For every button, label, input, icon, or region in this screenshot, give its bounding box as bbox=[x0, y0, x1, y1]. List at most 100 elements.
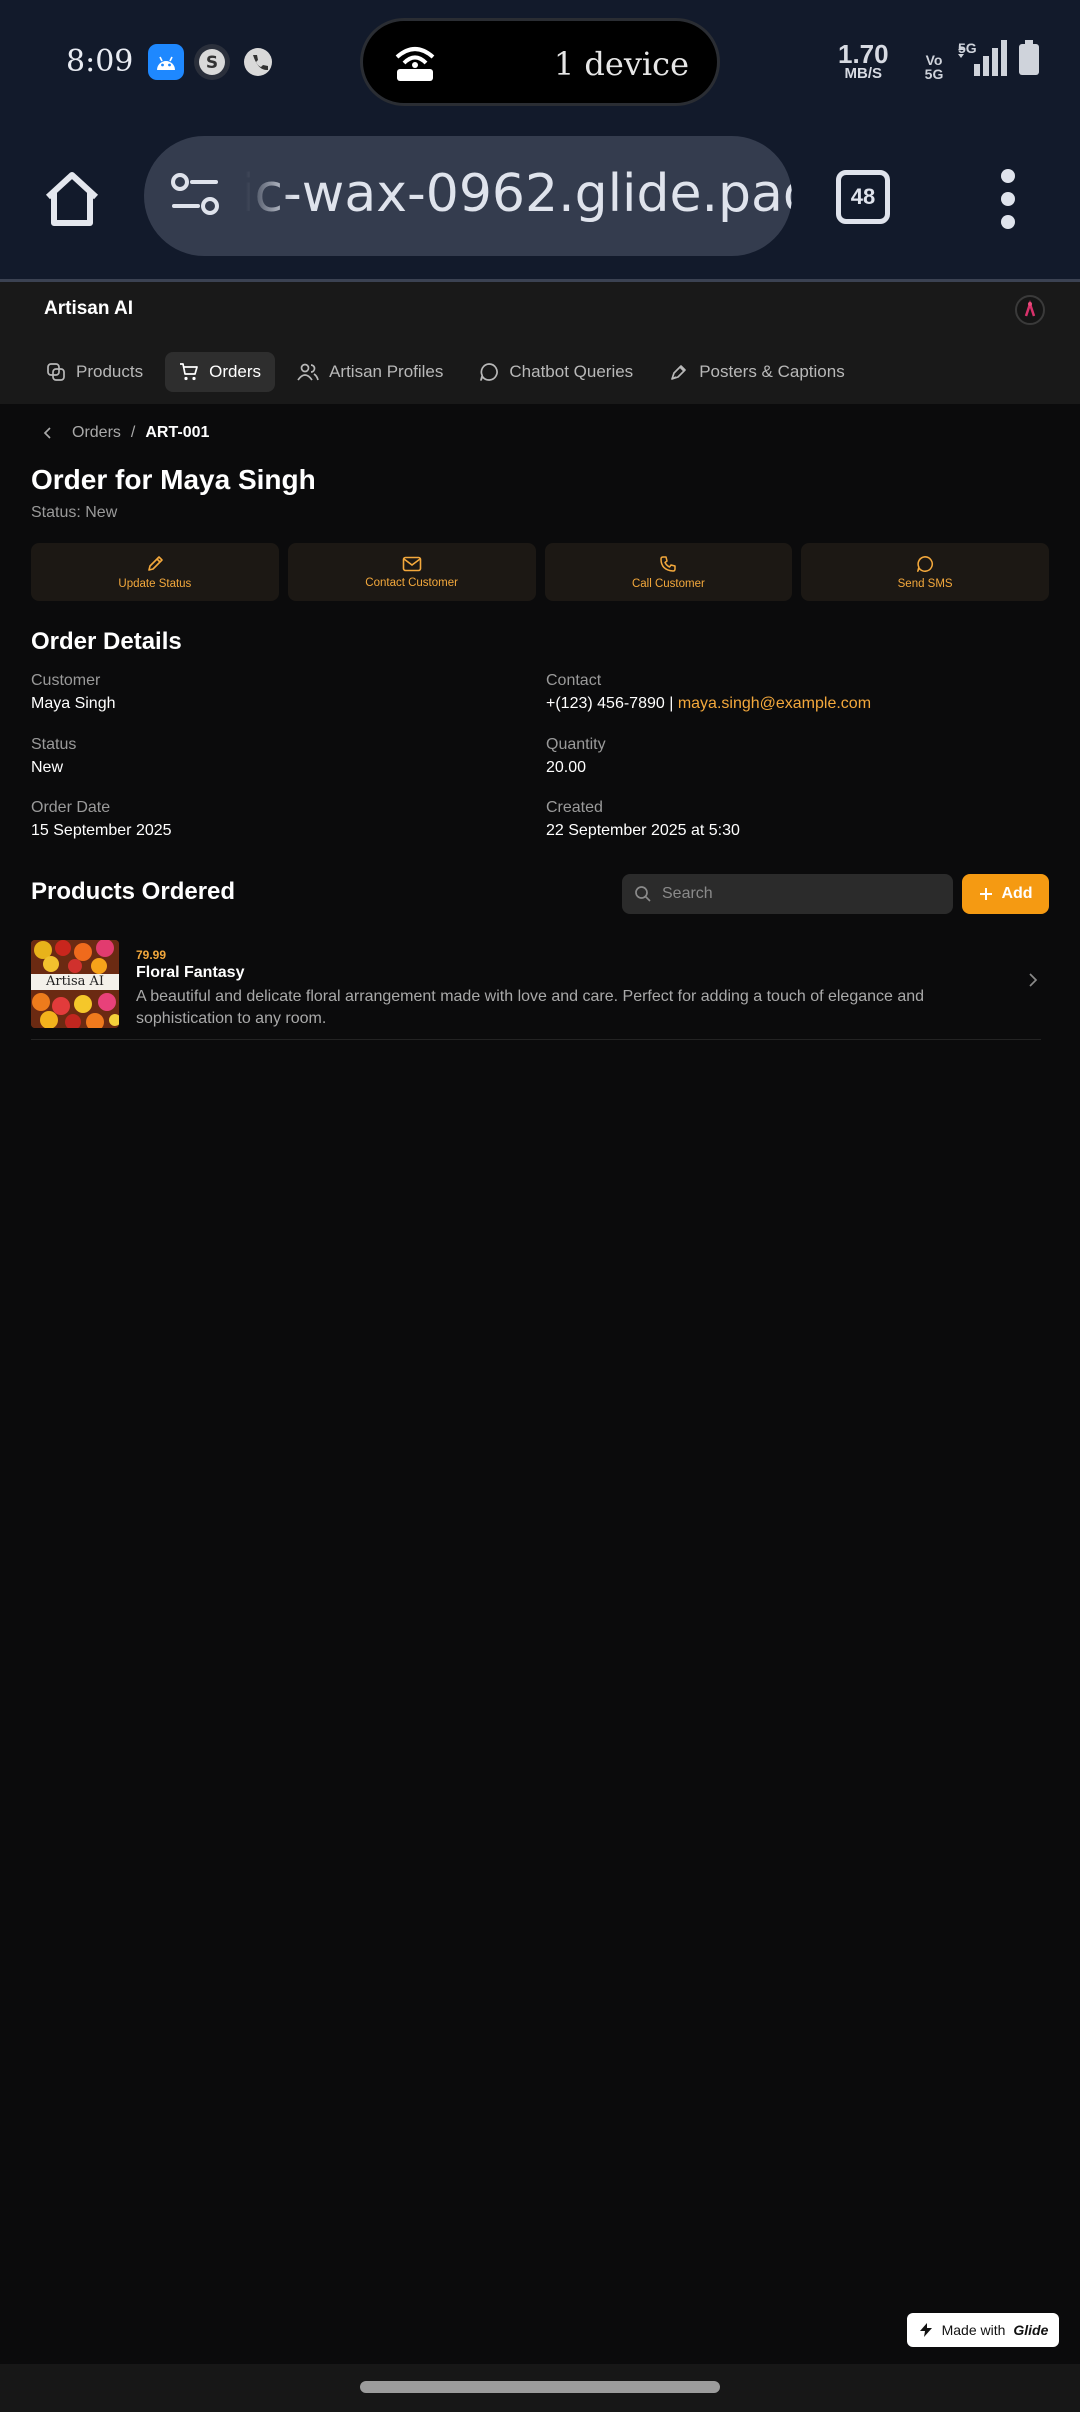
call-customer-button[interactable]: Call Customer bbox=[544, 543, 793, 601]
page-title: Order for Maya Singh bbox=[31, 464, 316, 495]
url-text[interactable]: ic-wax-0962.glide.page bbox=[240, 164, 792, 224]
pencil-icon bbox=[148, 555, 163, 571]
menu-dot bbox=[1001, 215, 1015, 229]
mail-icon bbox=[402, 556, 421, 571]
search-input[interactable] bbox=[662, 885, 922, 903]
s-app-icon: S bbox=[194, 44, 230, 80]
menu-dot bbox=[1001, 192, 1015, 206]
battery-icon bbox=[1018, 40, 1040, 81]
product-name: Floral Fantasy bbox=[136, 964, 245, 981]
tab-orders[interactable]: Orders bbox=[165, 352, 276, 392]
breadcrumb-current: ART-001 bbox=[145, 424, 210, 441]
action-label: Contact Customer bbox=[365, 576, 458, 589]
contact-value: +(123) 456-7890 | maya.singh@example.com bbox=[546, 695, 871, 713]
browser-toolbar: ic-wax-0962.glide.page 48 bbox=[0, 125, 1080, 281]
quantity-label: Quantity bbox=[546, 736, 606, 753]
created-label: Created bbox=[546, 799, 603, 816]
tab-products[interactable]: Products bbox=[32, 352, 157, 392]
tab-label: Chatbot Queries bbox=[509, 362, 634, 381]
add-label: Add bbox=[1001, 885, 1033, 902]
product-image: Artisa AI bbox=[31, 940, 119, 1028]
app-header: Artisan AI Products Orders Artisan Profi… bbox=[0, 282, 1080, 404]
search-icon bbox=[635, 886, 651, 902]
home-icon bbox=[45, 172, 99, 226]
product-description: A beautiful and delicate floral arrangem… bbox=[136, 988, 925, 1027]
order-details-heading: Order Details bbox=[31, 628, 182, 655]
created-value: 22 September 2025 at 5:30 bbox=[546, 822, 740, 839]
url-fade bbox=[234, 136, 294, 256]
user-avatar-icon bbox=[1024, 300, 1036, 317]
hotspot-text: 1 device bbox=[553, 45, 689, 83]
system-nav-bar bbox=[0, 2364, 1080, 2412]
contact-customer-button[interactable]: Contact Customer bbox=[287, 543, 536, 601]
quantity-value: 20.00 bbox=[546, 759, 587, 776]
update-status-button[interactable]: Update Status bbox=[31, 543, 279, 601]
menu-dot bbox=[1001, 169, 1015, 183]
url-bar[interactable]: ic-wax-0962.glide.page bbox=[144, 136, 792, 256]
gesture-handle[interactable] bbox=[360, 2381, 720, 2393]
site-settings-icon[interactable] bbox=[170, 172, 222, 223]
avatar[interactable] bbox=[1015, 295, 1045, 325]
breadcrumb: Orders / ART-001 bbox=[42, 424, 209, 442]
hotspot-icon bbox=[391, 43, 439, 88]
customer-label: Customer bbox=[31, 672, 101, 689]
badge-prefix: Made with bbox=[941, 2322, 1006, 2338]
contact-label: Contact bbox=[546, 672, 602, 689]
contact-email-link[interactable]: maya.singh@example.com bbox=[678, 695, 871, 712]
send-sms-button[interactable]: Send SMS bbox=[801, 543, 1049, 601]
order-date-label: Order Date bbox=[31, 799, 111, 816]
contact-phone[interactable]: +(123) 456-7890 | bbox=[546, 695, 673, 712]
main-nav: Products Orders Artisan Profiles Chatbot… bbox=[32, 352, 859, 392]
volte-icon: Vo 5G bbox=[924, 52, 944, 82]
tab-label: Posters & Captions bbox=[699, 362, 845, 381]
network-type: 5G bbox=[958, 40, 977, 56]
tab-label: Artisan Profiles bbox=[329, 362, 444, 381]
action-label: Call Customer bbox=[631, 577, 705, 590]
speed-unit: MB/S bbox=[844, 65, 883, 82]
status-value: New bbox=[31, 759, 64, 776]
back-chevron-icon[interactable] bbox=[42, 426, 54, 440]
action-bar: Update Status Contact Customer Call Cust… bbox=[31, 543, 1049, 601]
message-icon bbox=[917, 555, 934, 572]
svg-text:S: S bbox=[206, 53, 218, 73]
tab-switcher-button[interactable]: 48 bbox=[836, 170, 890, 224]
order-status-line: Status: New bbox=[31, 504, 118, 521]
signal-icon: 5G bbox=[956, 40, 1008, 81]
phone-app-icon bbox=[240, 44, 276, 80]
browser-menu-button[interactable] bbox=[998, 169, 1018, 229]
tab-artisan-profiles[interactable]: Artisan Profiles bbox=[283, 352, 457, 392]
products-icon bbox=[47, 363, 65, 381]
search-box[interactable] bbox=[622, 874, 953, 914]
customer-value: Maya Singh bbox=[31, 695, 116, 712]
made-with-glide-badge[interactable]: Made with Glide bbox=[907, 2313, 1059, 2347]
app-title[interactable]: Artisan AI bbox=[44, 298, 133, 320]
phone-icon bbox=[660, 555, 677, 572]
cart-icon bbox=[180, 363, 198, 381]
tab-chatbot-queries[interactable]: Chatbot Queries bbox=[465, 352, 647, 392]
list-item[interactable]: Artisa AI 79.99 Floral Fantasy A beautif… bbox=[31, 940, 1041, 1040]
android-icon bbox=[148, 44, 184, 80]
users-icon bbox=[297, 363, 319, 381]
tab-label: Products bbox=[76, 362, 144, 381]
home-button[interactable] bbox=[40, 167, 104, 231]
tab-posters-captions[interactable]: Posters & Captions bbox=[655, 352, 859, 392]
network-speed: 1.70 MB/S bbox=[838, 41, 889, 82]
tab-label: Orders bbox=[209, 362, 262, 381]
breadcrumb-parent[interactable]: Orders bbox=[72, 424, 121, 442]
plus-icon bbox=[980, 888, 993, 900]
glide-logo-icon bbox=[919, 2323, 932, 2337]
product-price: 79.99 bbox=[136, 948, 167, 962]
status-label: Status bbox=[31, 736, 77, 753]
action-label: Send SMS bbox=[897, 577, 953, 590]
status-right-icons: Vo 5G 5G bbox=[922, 40, 1040, 81]
action-label: Update Status bbox=[118, 577, 192, 590]
status-bar: 8:09 S 1 device 1.70 MB/S Vo 5G 5G bbox=[0, 0, 1080, 125]
pen-icon bbox=[671, 365, 687, 380]
add-product-button[interactable]: Add bbox=[962, 874, 1049, 914]
breadcrumb-separator: / bbox=[130, 424, 136, 441]
order-date-value: 15 September 2025 bbox=[31, 822, 172, 839]
chat-icon bbox=[480, 363, 499, 381]
hotspot-island: 1 device bbox=[360, 18, 720, 106]
products-ordered-heading: Products Ordered bbox=[31, 878, 236, 905]
chevron-right-icon[interactable] bbox=[1027, 972, 1039, 993]
